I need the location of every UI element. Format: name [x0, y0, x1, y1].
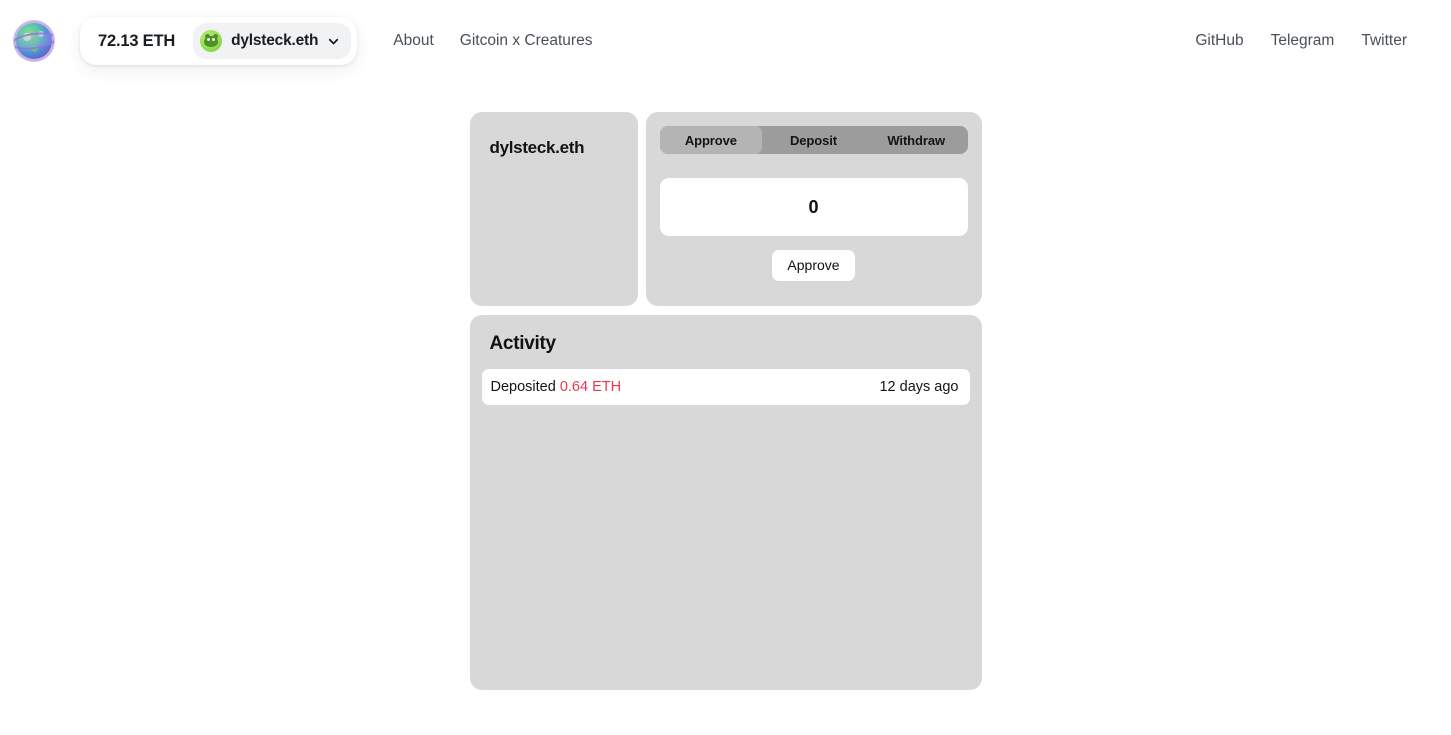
activity-amount: 0.64 ETH	[559, 379, 622, 395]
tab-withdraw[interactable]: Withdraw	[865, 126, 968, 154]
logo-ring	[14, 29, 54, 53]
nav-link-about[interactable]: About	[393, 32, 434, 50]
activity-list-item[interactable]: Deposited 0.64 ETH 12 days ago	[481, 369, 970, 405]
wallet-account-name: dylsteck.eth	[231, 32, 319, 49]
site-header: 72.13 ETH dylsteck.eth About Gitcoin x C…	[0, 0, 1451, 82]
tab-deposit[interactable]: Deposit	[762, 126, 865, 154]
wallet-account-button[interactable]: dylsteck.eth	[193, 23, 352, 59]
activity-description: Deposited 0.64 ETH	[491, 379, 622, 395]
top-row: dylsteck.eth Approve Deposit Withdraw Ap…	[469, 112, 982, 306]
nav-link-twitter[interactable]: Twitter	[1361, 32, 1407, 50]
profile-ens-name: dylsteck.eth	[489, 138, 585, 157]
main-content: dylsteck.eth Approve Deposit Withdraw Ap…	[469, 112, 982, 690]
profile-card: dylsteck.eth	[469, 112, 638, 306]
amount-input[interactable]	[659, 178, 968, 236]
social-nav: GitHub Telegram Twitter	[1195, 32, 1407, 50]
activity-timestamp: 12 days ago	[879, 379, 959, 395]
wallet-balance: 72.13 ETH	[98, 31, 176, 50]
wallet-pill[interactable]: 72.13 ETH dylsteck.eth	[80, 17, 358, 65]
tab-approve[interactable]: Approve	[659, 126, 763, 154]
submit-row: Approve	[660, 250, 968, 282]
action-panel: Approve Deposit Withdraw Approve	[645, 112, 982, 306]
activity-card: Activity Deposited 0.64 ETH 12 days ago	[469, 315, 982, 690]
action-tabs: Approve Deposit Withdraw	[659, 126, 968, 154]
approve-button[interactable]: Approve	[772, 250, 855, 282]
chevron-down-icon	[327, 35, 340, 48]
nav-link-telegram[interactable]: Telegram	[1271, 32, 1335, 50]
primary-nav: About Gitcoin x Creatures	[393, 32, 592, 50]
activity-title: Activity	[489, 333, 557, 354]
activity-action: Deposited	[490, 379, 556, 395]
creature-avatar-icon	[200, 30, 223, 52]
nav-link-github[interactable]: GitHub	[1195, 32, 1243, 50]
nav-link-gitcoin-x-creatures[interactable]: Gitcoin x Creatures	[460, 32, 593, 50]
globe-logo-icon[interactable]	[14, 21, 54, 61]
